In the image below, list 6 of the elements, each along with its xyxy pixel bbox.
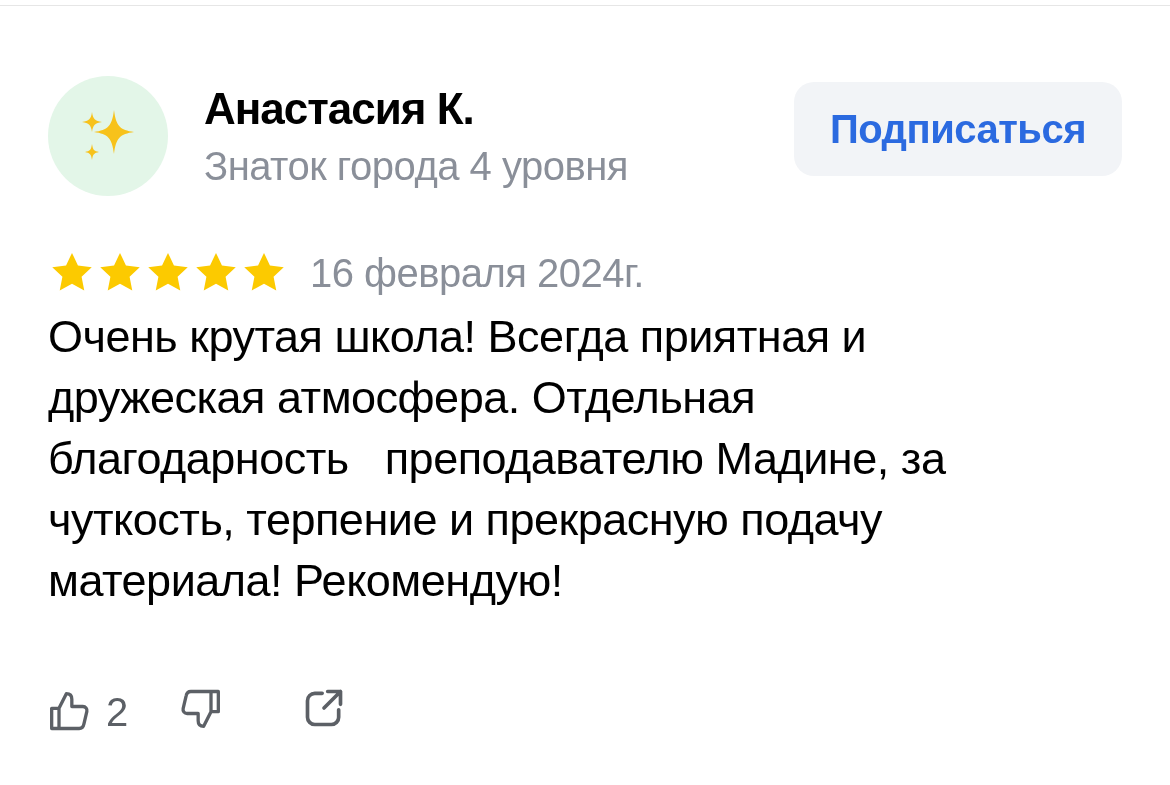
review-date: 16 февраля 2024г. [310, 250, 644, 296]
subscribe-button[interactable]: Подписаться [793, 82, 1122, 176]
author-name: Анастасия К. [204, 83, 475, 134]
author-level: Знаток города 4 уровня [204, 143, 630, 189]
review-text: Очень крутая школа! Всегда приятная и дружеская атмосфера. Отдельная благодарность преподавателю Мадине, за чуткость, терпение и прекрасную подачу материала! Рекомендую! [48, 310, 947, 608]
like-button[interactable]: 2 [48, 665, 128, 759]
